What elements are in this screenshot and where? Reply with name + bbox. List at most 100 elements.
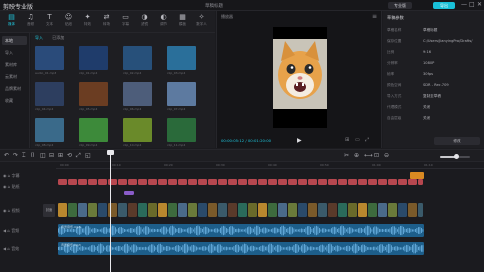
- eye-icon[interactable]: ◉: [3, 184, 7, 189]
- cover-button[interactable]: 封面: [43, 204, 55, 217]
- video-clip[interactable]: [88, 203, 97, 217]
- text-clip[interactable]: [148, 179, 157, 185]
- lock-icon[interactable]: ⌂: [8, 208, 11, 213]
- timeline-right-tool-icon[interactable]: ⊖: [384, 152, 389, 159]
- text-clip[interactable]: [118, 179, 127, 185]
- media-thumbnail[interactable]: [167, 46, 196, 70]
- video-clip[interactable]: [138, 203, 147, 217]
- video-clip[interactable]: [408, 203, 417, 217]
- playhead[interactable]: [110, 150, 111, 272]
- video-clip[interactable]: [418, 203, 423, 217]
- lock-icon[interactable]: ⌂: [7, 228, 10, 233]
- text-clip[interactable]: [308, 179, 317, 185]
- media-thumbnail[interactable]: [35, 46, 64, 70]
- media-thumbnail[interactable]: [79, 118, 108, 142]
- asset-tool[interactable]: ✧ 数字人: [194, 13, 209, 32]
- video-clip[interactable]: [268, 203, 277, 217]
- text-clip[interactable]: [418, 179, 423, 185]
- video-clip[interactable]: [358, 203, 367, 217]
- text-clip[interactable]: [338, 179, 347, 185]
- video-clip[interactable]: [388, 203, 397, 217]
- video-clip[interactable]: [178, 203, 187, 217]
- text-clip[interactable]: [168, 179, 177, 185]
- sidebar-item[interactable]: 品牌素材: [2, 84, 27, 93]
- ratio-icon[interactable]: ▭: [355, 137, 360, 143]
- sidebar-item[interactable]: 收藏: [2, 96, 27, 105]
- text-clip[interactable]: [348, 179, 357, 185]
- maximize-icon[interactable]: □: [469, 1, 475, 8]
- text-clip[interactable]: [318, 179, 327, 185]
- asset-tool[interactable]: T 文本: [42, 13, 57, 32]
- text-clip[interactable]: [198, 179, 207, 185]
- text-clip[interactable]: [218, 179, 227, 185]
- video-clip[interactable]: [168, 203, 177, 217]
- video-clip[interactable]: [238, 203, 247, 217]
- sidebar-item[interactable]: 云素材: [2, 72, 27, 81]
- tab-added[interactable]: 已添加: [52, 33, 64, 42]
- time-ruler[interactable]: 00:00 00:10 00:20 00:30 00:40 00:50 01:00 01:10: [56, 162, 484, 169]
- text-clip[interactable]: [378, 179, 387, 185]
- lock-icon[interactable]: ⌂: [7, 246, 10, 251]
- zoom-slider[interactable]: [440, 154, 470, 159]
- text-clip[interactable]: [368, 179, 377, 185]
- media-thumbnail[interactable]: [35, 82, 64, 106]
- video-clip[interactable]: [78, 203, 87, 217]
- video-clip[interactable]: [378, 203, 387, 217]
- timeline-tool-icon[interactable]: ◱: [85, 152, 91, 159]
- audio-clip[interactable]: 背景音乐.mp3: [58, 224, 424, 237]
- zoom-knob[interactable]: [454, 154, 459, 159]
- timeline-tool-icon[interactable]: ⌷: [31, 152, 35, 160]
- video-preview[interactable]: [273, 27, 327, 128]
- timeline-right-tool-icon[interactable]: ⊡: [374, 152, 379, 159]
- media-thumbnail[interactable]: [35, 118, 64, 142]
- eye-icon[interactable]: ◉: [3, 173, 7, 178]
- speaker-icon[interactable]: ◀: [3, 246, 6, 251]
- text-clip[interactable]: [358, 179, 367, 185]
- timeline-tool-icon[interactable]: ⊟: [49, 152, 54, 159]
- timeline-tool-icon[interactable]: ⌶: [22, 152, 26, 160]
- sticker-clip[interactable]: [124, 191, 134, 195]
- play-icon[interactable]: ▶: [297, 137, 302, 144]
- asset-tool[interactable]: ☺ 贴纸: [61, 13, 76, 32]
- asset-tool[interactable]: ✦ 特效: [80, 13, 95, 32]
- text-clip[interactable]: [138, 179, 147, 185]
- text-clip[interactable]: [258, 179, 267, 185]
- text-clip[interactable]: [248, 179, 257, 185]
- text-clip[interactable]: [408, 179, 417, 185]
- pro-button[interactable]: 专业版: [388, 2, 412, 9]
- speaker-icon[interactable]: ◀: [3, 228, 6, 233]
- media-thumbnail[interactable]: [79, 82, 108, 106]
- text-clip[interactable]: [98, 179, 107, 185]
- text-clip[interactable]: [238, 179, 247, 185]
- media-thumbnail[interactable]: [167, 118, 196, 142]
- media-thumbnail[interactable]: [123, 46, 152, 70]
- timeline-tool-icon[interactable]: ⤢: [76, 152, 81, 160]
- video-clip[interactable]: [148, 203, 157, 217]
- video-clip[interactable]: [68, 203, 77, 217]
- text-clip[interactable]: [128, 179, 137, 185]
- video-clip[interactable]: [288, 203, 297, 217]
- video-clip[interactable]: [328, 203, 337, 217]
- text-clip[interactable]: [208, 179, 217, 185]
- menu-icon[interactable]: ≡: [372, 13, 377, 20]
- media-thumbnail[interactable]: [123, 118, 152, 142]
- video-clip[interactable]: [188, 203, 197, 217]
- video-clip[interactable]: [398, 203, 407, 217]
- sidebar-item[interactable]: 本地: [2, 36, 27, 45]
- fit-icon[interactable]: ⊞: [345, 137, 349, 143]
- lock-icon[interactable]: ⌂: [8, 173, 11, 178]
- video-clip[interactable]: [318, 203, 327, 217]
- video-clip[interactable]: [278, 203, 287, 217]
- tab-import[interactable]: 导入: [35, 33, 43, 42]
- video-clip[interactable]: [308, 203, 317, 217]
- video-clip[interactable]: [368, 203, 377, 217]
- modify-button[interactable]: 修改: [434, 137, 480, 145]
- sfx-clip[interactable]: 背景音乐.mp3: [58, 242, 424, 255]
- asset-tool[interactable]: ▤ 媒体: [4, 13, 19, 32]
- fullscreen-icon[interactable]: ⤢: [365, 137, 369, 143]
- sidebar-item[interactable]: 导入: [2, 48, 27, 57]
- video-clip[interactable]: [338, 203, 347, 217]
- video-clip[interactable]: [208, 203, 217, 217]
- video-clip[interactable]: [198, 203, 207, 217]
- text-clip[interactable]: [388, 179, 397, 185]
